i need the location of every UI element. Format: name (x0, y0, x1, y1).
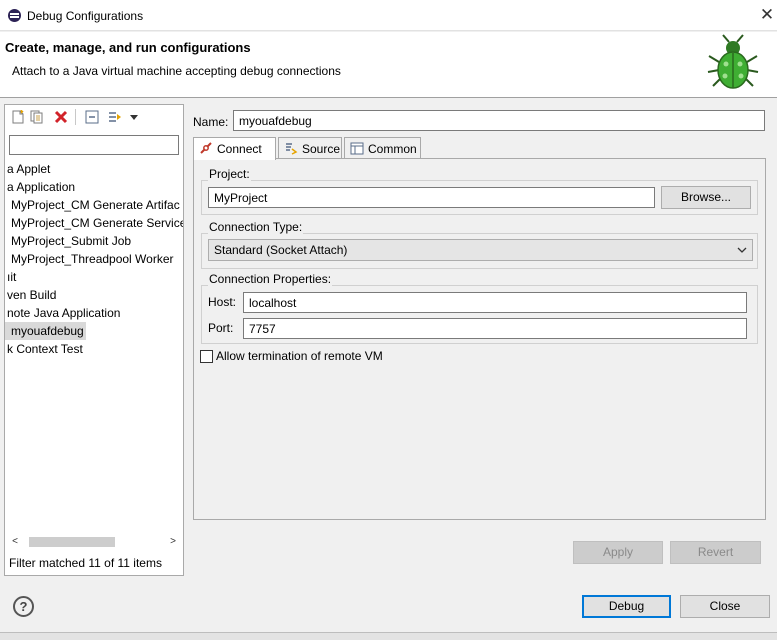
tree-item[interactable]: MyProject_Submit Job (5, 232, 131, 250)
config-toolbar (5, 105, 183, 131)
delete-icon[interactable] (54, 110, 68, 124)
header-title: Create, manage, and run configurations (5, 40, 251, 55)
connect-icon (200, 142, 212, 154)
toolbar-separator (75, 109, 76, 125)
tree-item[interactable]: a Applet (5, 160, 50, 178)
tree-item[interactable]: k Context Test (5, 340, 83, 358)
browse-button[interactable]: Browse... (661, 186, 751, 209)
tree-item[interactable]: ıit (5, 268, 16, 286)
view-menu-icon[interactable] (129, 110, 139, 124)
window-bottom-edge (0, 632, 777, 640)
filter-status: Filter matched 11 of 11 items (9, 556, 162, 570)
filter-icon[interactable] (108, 110, 122, 124)
help-icon[interactable]: ? (13, 596, 34, 617)
tab-source[interactable]: Source (278, 137, 342, 159)
name-input[interactable]: myouafdebug (233, 110, 765, 131)
connect-tab-panel: Project: MyProject Browse... Connection … (193, 158, 766, 520)
chevron-down-icon (737, 247, 747, 253)
tree-item[interactable]: ven Build (5, 286, 56, 304)
connection-type-label: Connection Type: (208, 220, 304, 234)
port-label: Port: (208, 321, 234, 335)
window-title: Debug Configurations (27, 9, 144, 23)
debug-bug-icon (707, 34, 759, 89)
tab-label: Connect (217, 142, 262, 156)
tree-item[interactable]: a Application (5, 178, 75, 196)
close-window-icon[interactable]: ✕ (758, 4, 776, 26)
tab-connect[interactable]: Connect (193, 137, 276, 160)
collapse-all-icon[interactable] (85, 110, 99, 124)
close-button[interactable]: Close (680, 595, 770, 618)
project-field[interactable]: MyProject (208, 187, 655, 208)
tab-common[interactable]: Common (344, 137, 421, 159)
source-icon (286, 143, 298, 155)
connection-type-select[interactable]: Standard (Socket Attach) (208, 239, 753, 261)
revert-button[interactable]: Revert (670, 541, 761, 564)
connection-type-value: Standard (Socket Attach) (214, 243, 348, 257)
connection-properties-label: Connection Properties: (208, 272, 333, 286)
eclipse-icon (8, 9, 21, 22)
dialog-header: Create, manage, and run configurations A… (0, 32, 777, 98)
common-icon (350, 142, 364, 155)
project-label: Project: (208, 167, 251, 181)
scroll-left-icon[interactable]: < (9, 535, 21, 549)
config-tree[interactable]: a Applet a Application MyProject_CM Gene… (5, 160, 183, 536)
tree-item-selected[interactable]: myouafdebug (5, 322, 86, 340)
host-label: Host: (208, 295, 237, 309)
port-field[interactable]: 7757 (243, 318, 747, 339)
debug-button[interactable]: Debug (582, 595, 671, 618)
allow-termination-label: Allow termination of remote VM (216, 349, 383, 363)
tab-label: Source (302, 142, 341, 156)
window-titlebar: Debug Configurations ✕ (0, 0, 777, 31)
new-launch-config-icon[interactable] (11, 110, 25, 124)
header-description: Attach to a Java virtual machine accepti… (12, 64, 341, 78)
tree-item[interactable]: note Java Application (5, 304, 120, 322)
scrollbar-thumb[interactable] (29, 537, 115, 547)
name-label: Name: (193, 115, 229, 129)
apply-button[interactable]: Apply (573, 541, 663, 564)
allow-termination-checkbox[interactable] (200, 350, 213, 363)
tree-horizontal-scrollbar[interactable]: < > (9, 535, 179, 549)
launch-config-pane: a Applet a Application MyProject_CM Gene… (4, 104, 184, 576)
tree-item[interactable]: MyProject_CM Generate Artifac (5, 196, 180, 214)
tree-item[interactable]: MyProject_CM Generate Service (5, 214, 183, 232)
duplicate-icon[interactable] (30, 110, 44, 124)
scroll-right-icon[interactable]: > (167, 535, 179, 549)
tab-label: Common (368, 142, 417, 156)
host-field[interactable]: localhost (243, 292, 747, 313)
tree-item[interactable]: MyProject_Threadpool Worker (5, 250, 174, 268)
filter-input[interactable] (9, 135, 179, 155)
